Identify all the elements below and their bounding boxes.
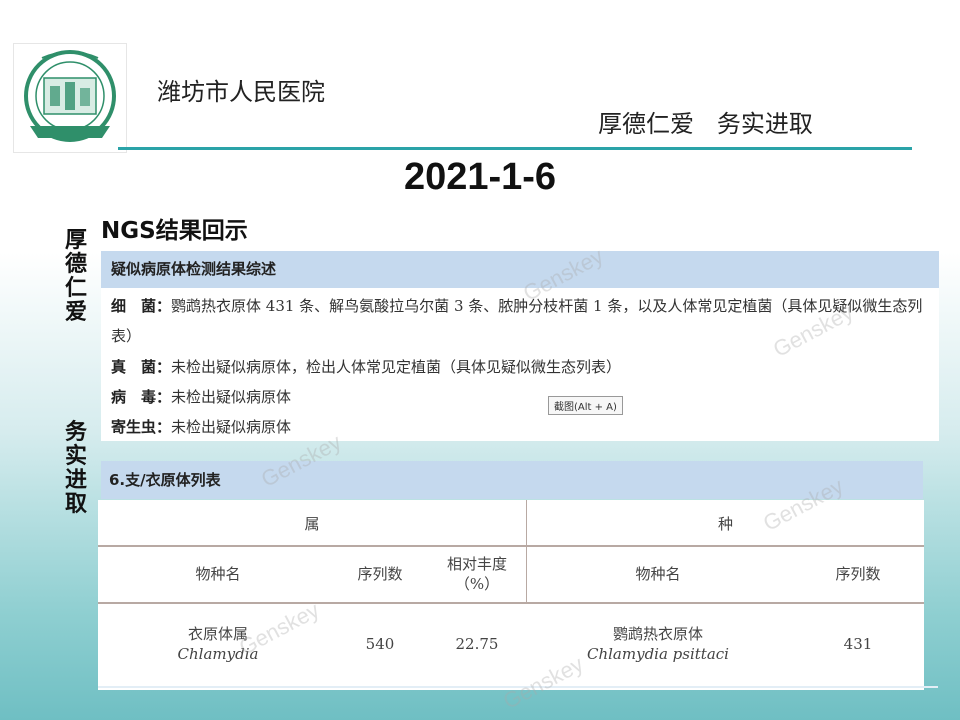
table-rule-1 bbox=[98, 545, 924, 547]
col-genus-reads: 序列数 bbox=[357, 565, 403, 583]
col-species-name: 物种名 bbox=[635, 565, 681, 583]
fungi-text: 未检出疑似病原体，检出人体常见定植菌（具体见疑似微生态列表） bbox=[171, 358, 622, 376]
slide-date: 2021-1-6 bbox=[403, 156, 557, 198]
parasite-label: 寄生虫： bbox=[111, 418, 172, 436]
species-reads-cell: 431 bbox=[843, 635, 873, 653]
species-header: 种 bbox=[717, 515, 733, 533]
species-name-cell: 鹦鹉热衣原体 Chlamydia psittaci bbox=[568, 624, 748, 664]
virus-row: 病 毒：未检出疑似病原体 bbox=[111, 382, 929, 412]
species-latin: Chlamydia psittaci bbox=[587, 645, 729, 663]
chlamydia-table: 属 种 物种名 序列数 相对丰度 （%） 物种名 序列数 衣原体属 Chlamy… bbox=[98, 500, 924, 690]
screenshot-tooltip: 截图(Alt + A) bbox=[548, 396, 623, 415]
chlamydia-table-title: 6.支/衣原体列表 bbox=[101, 461, 923, 499]
genus-cn: 衣原体属 bbox=[187, 625, 248, 643]
side-motto-2: 务实进取 bbox=[64, 419, 87, 517]
virus-label: 病 毒： bbox=[111, 388, 172, 406]
genus-header: 属 bbox=[304, 515, 320, 533]
col-genus-name: 物种名 bbox=[195, 565, 241, 583]
hospital-name: 潍坊市人民医院 bbox=[157, 78, 325, 106]
hospital-logo bbox=[13, 43, 127, 153]
header-divider bbox=[118, 147, 912, 150]
col-abundance: 相对丰度 （%） bbox=[428, 554, 526, 594]
bacteria-text: 鹦鹉热衣原体 431 条、解鸟氨酸拉乌尔菌 3 条、脓肿分枝杆菌 1 条，以及人… bbox=[111, 297, 923, 345]
parasite-text: 未检出疑似病原体 bbox=[171, 418, 292, 436]
summary-title: 疑似病原体检测结果综述 bbox=[101, 251, 939, 288]
parasite-row: 寄生虫：未检出疑似病原体 bbox=[111, 412, 929, 442]
virus-text: 未检出疑似病原体 bbox=[171, 388, 292, 406]
col-species-reads: 序列数 bbox=[835, 565, 881, 583]
hospital-motto: 厚德仁爱 务实进取 bbox=[598, 110, 813, 138]
species-cn: 鹦鹉热衣原体 bbox=[612, 625, 703, 643]
fungi-row: 真 菌：未检出疑似病原体，检出人体常见定植菌（具体见疑似微生态列表） bbox=[111, 352, 929, 382]
side-motto-1: 厚德仁爱 bbox=[64, 227, 87, 325]
genus-name-cell: 衣原体属 Chlamydia bbox=[148, 624, 288, 664]
bacteria-label: 细 菌： bbox=[111, 297, 172, 315]
abundance-cell: 22.75 bbox=[455, 635, 499, 653]
table-rule-2 bbox=[98, 602, 924, 604]
hospital-seal-icon bbox=[24, 50, 116, 142]
bacteria-row: 细 菌：鹦鹉热衣原体 431 条、解鸟氨酸拉乌尔菌 3 条、脓肿分枝杆菌 1 条… bbox=[111, 291, 929, 351]
section-title: NGS结果回示 bbox=[101, 218, 248, 244]
pathogen-summary-panel: 疑似病原体检测结果综述 细 菌：鹦鹉热衣原体 431 条、解鸟氨酸拉乌尔菌 3 … bbox=[101, 251, 939, 441]
genus-latin: Chlamydia bbox=[177, 645, 259, 663]
fungi-label: 真 菌： bbox=[111, 358, 172, 376]
genus-reads-cell: 540 bbox=[365, 635, 395, 653]
col-abundance-line1: 相对丰度 bbox=[446, 555, 507, 573]
panel-bottom-edge bbox=[98, 686, 938, 688]
col-abundance-line2: （%） bbox=[454, 575, 500, 593]
